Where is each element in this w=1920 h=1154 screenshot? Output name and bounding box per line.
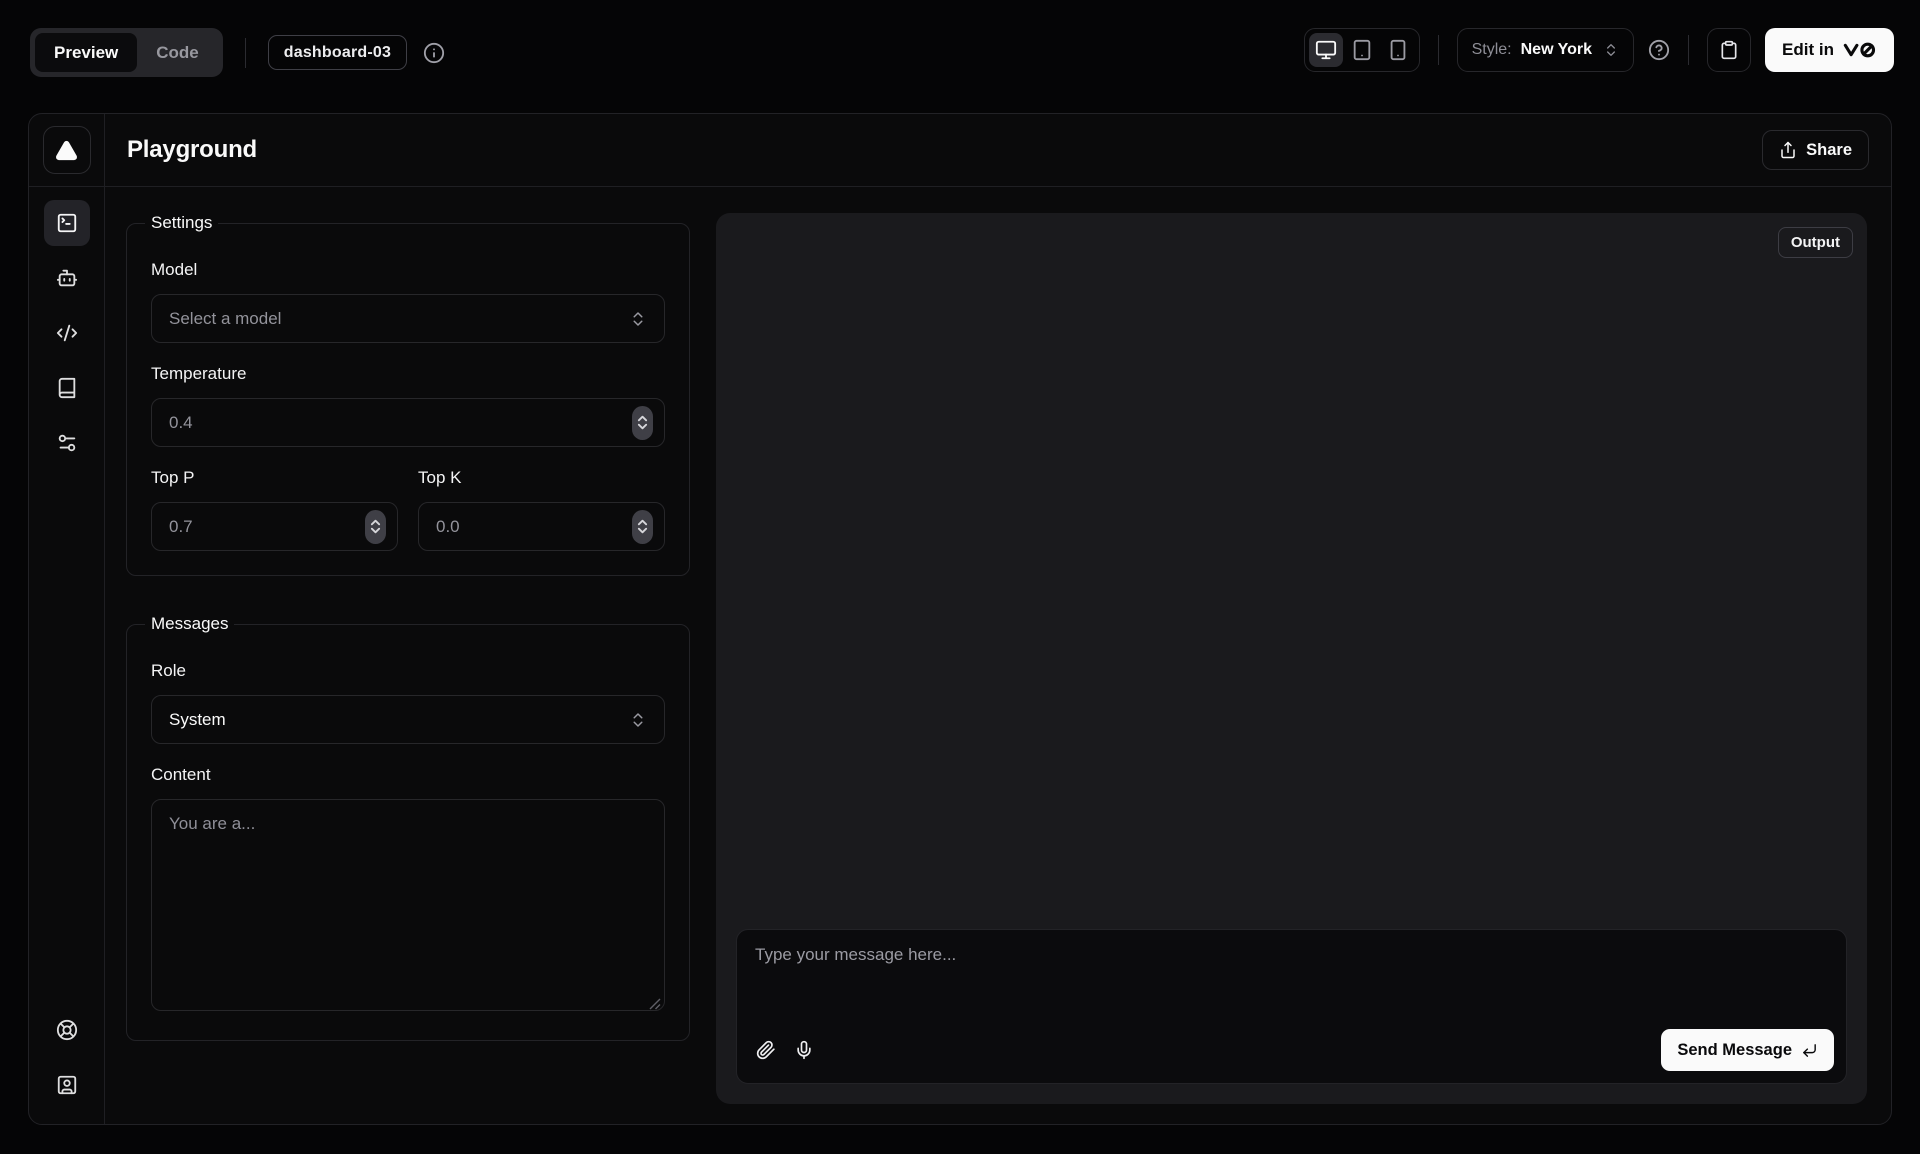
sidebar-item-documentation[interactable] xyxy=(44,365,90,411)
settings-fieldset: Settings Model Select a model Temperatur… xyxy=(126,213,690,576)
tablet-view-button[interactable] xyxy=(1345,33,1379,67)
output-panel: Output Send Message xyxy=(716,213,1867,1104)
share-icon xyxy=(1779,141,1797,159)
message-input[interactable] xyxy=(737,930,1846,1021)
header-main: Playground Share xyxy=(105,114,1891,186)
style-label: Style: xyxy=(1472,41,1512,59)
send-message-button[interactable]: Send Message xyxy=(1661,1029,1834,1071)
smartphone-icon xyxy=(1387,39,1409,61)
role-select[interactable]: System xyxy=(151,695,665,744)
desktop-view-button[interactable] xyxy=(1309,33,1343,67)
toolbar-left: Preview Code dashboard-03 xyxy=(30,28,445,77)
paperclip-icon xyxy=(756,1040,776,1060)
top-p-k-row: Top P Top K xyxy=(151,468,665,551)
sidebar-item-api[interactable] xyxy=(44,310,90,356)
messages-fieldset: Messages Role System Content xyxy=(126,614,690,1041)
app-frame: Playground Share xyxy=(28,113,1892,1125)
settings-legend: Settings xyxy=(145,213,218,233)
top-k-input[interactable] xyxy=(418,502,665,551)
sidebar-nav xyxy=(29,187,105,1124)
settings-column: Settings Model Select a model Temperatur… xyxy=(126,213,690,1104)
toolbar-separator xyxy=(1438,35,1439,65)
logo-cell xyxy=(29,114,105,186)
main-content: Settings Model Select a model Temperatur… xyxy=(105,187,1891,1124)
content-textarea[interactable] xyxy=(151,799,665,1011)
sidebar-item-account[interactable] xyxy=(44,1062,90,1108)
style-select[interactable]: Style: New York xyxy=(1457,28,1634,72)
device-toggle-group xyxy=(1304,28,1420,72)
share-button[interactable]: Share xyxy=(1762,130,1869,170)
life-buoy-icon xyxy=(56,1019,78,1041)
info-icon[interactable] xyxy=(423,42,445,64)
frame-body: Settings Model Select a model Temperatur… xyxy=(29,187,1891,1124)
copy-code-button[interactable] xyxy=(1707,28,1751,72)
model-field: Model Select a model xyxy=(151,260,665,343)
temperature-label: Temperature xyxy=(151,364,665,384)
model-label: Model xyxy=(151,260,665,280)
message-composer: Send Message xyxy=(736,929,1847,1084)
corner-down-left-icon xyxy=(1801,1042,1818,1059)
tablet-icon xyxy=(1351,39,1373,61)
monitor-icon xyxy=(1315,39,1337,61)
model-select[interactable]: Select a model xyxy=(151,294,665,343)
toolbar-separator xyxy=(245,38,246,68)
chevrons-up-down-icon xyxy=(1603,42,1619,58)
composer-toolbar: Send Message xyxy=(737,1021,1846,1083)
mobile-view-button[interactable] xyxy=(1381,33,1415,67)
preview-code-toggle: Preview Code xyxy=(30,28,223,77)
role-select-value: System xyxy=(169,710,226,730)
style-value: New York xyxy=(1521,41,1592,59)
sidebar-item-settings[interactable] xyxy=(44,420,90,466)
edit-in-v0-button[interactable]: Edit in xyxy=(1765,28,1894,72)
bot-icon xyxy=(56,267,78,289)
messages-legend: Messages xyxy=(145,614,234,634)
help-circle-icon[interactable] xyxy=(1648,39,1670,61)
chevrons-up-down-icon xyxy=(629,310,647,328)
toolbar-right: Style: New York Edit in xyxy=(1304,28,1894,72)
temperature-input[interactable] xyxy=(151,398,665,447)
top-p-field: Top P xyxy=(151,468,398,551)
triangle-logo-icon xyxy=(55,139,78,162)
app-header: Playground Share xyxy=(29,114,1891,187)
sidebar-item-models[interactable] xyxy=(44,255,90,301)
number-stepper[interactable] xyxy=(365,510,386,544)
share-label: Share xyxy=(1806,141,1852,160)
content-field: Content xyxy=(151,765,665,1016)
sidebar-item-playground[interactable] xyxy=(44,200,90,246)
square-user-icon xyxy=(56,1074,78,1096)
preview-tab[interactable]: Preview xyxy=(35,33,137,72)
role-field: Role System xyxy=(151,661,665,744)
model-select-placeholder: Select a model xyxy=(169,309,281,329)
clipboard-icon xyxy=(1719,40,1739,60)
chevrons-up-down-icon xyxy=(629,711,647,729)
mic-button[interactable] xyxy=(785,1031,823,1069)
sidebar-item-help[interactable] xyxy=(44,1007,90,1053)
code-icon xyxy=(56,322,78,344)
top-p-label: Top P xyxy=(151,468,398,488)
square-terminal-icon xyxy=(56,212,78,234)
sliders-icon xyxy=(56,432,78,454)
send-message-label: Send Message xyxy=(1677,1041,1792,1060)
top-toolbar: Preview Code dashboard-03 Style: New Yor… xyxy=(0,0,1920,113)
attach-file-button[interactable] xyxy=(747,1031,785,1069)
role-label: Role xyxy=(151,661,665,681)
top-p-input[interactable] xyxy=(151,502,398,551)
content-label: Content xyxy=(151,765,665,785)
project-badge[interactable]: dashboard-03 xyxy=(268,35,407,70)
home-logo-button[interactable] xyxy=(43,126,91,174)
top-k-field: Top K xyxy=(418,468,665,551)
number-stepper[interactable] xyxy=(632,406,653,440)
edit-in-label: Edit in xyxy=(1782,40,1834,60)
temperature-field: Temperature xyxy=(151,364,665,447)
page-title: Playground xyxy=(127,136,257,164)
toolbar-separator xyxy=(1688,35,1689,65)
number-stepper[interactable] xyxy=(632,510,653,544)
output-badge: Output xyxy=(1778,227,1853,258)
book-icon xyxy=(56,377,78,399)
code-tab[interactable]: Code xyxy=(137,33,218,72)
v0-logo-icon xyxy=(1843,42,1877,58)
top-k-label: Top K xyxy=(418,468,665,488)
mic-icon xyxy=(794,1040,814,1060)
